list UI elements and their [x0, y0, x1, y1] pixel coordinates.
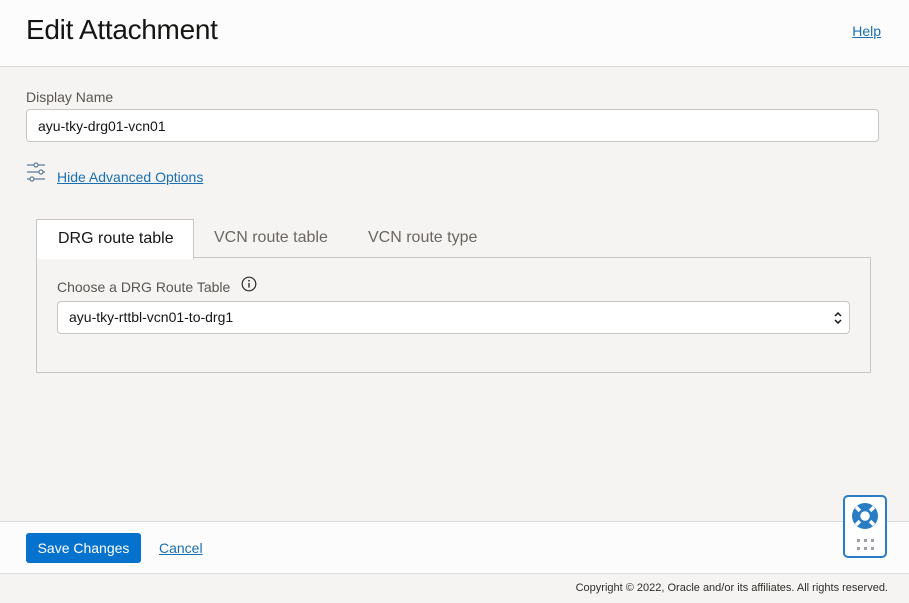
- footer-bar: Save Changes Cancel: [0, 521, 909, 574]
- tab-vcn-route-table[interactable]: VCN route table: [214, 219, 354, 258]
- cancel-link[interactable]: Cancel: [159, 540, 203, 556]
- display-name-label: Display Name: [26, 89, 114, 105]
- help-widget-button[interactable]: [843, 495, 887, 558]
- info-icon[interactable]: [241, 276, 257, 292]
- drg-route-table-selected-value: ayu-tky-rttbl-vcn01-to-drg1: [69, 309, 234, 325]
- drag-handle-icon[interactable]: [856, 538, 876, 552]
- sliders-icon[interactable]: [26, 162, 46, 182]
- drg-route-table-panel: Choose a DRG Route Table ayu-tky-rttbl-v…: [36, 257, 871, 373]
- header: Edit Attachment Help: [0, 0, 909, 67]
- tab-vcn-route-type[interactable]: VCN route type: [368, 219, 508, 258]
- drg-route-table-label: Choose a DRG Route Table: [57, 279, 231, 295]
- page-title: Edit Attachment: [26, 14, 218, 45]
- copyright-text: Copyright © 2022, Oracle and/or its affi…: [575, 582, 888, 594]
- display-name-input[interactable]: [26, 109, 879, 142]
- hide-advanced-options-link[interactable]: Hide Advanced Options: [57, 169, 203, 185]
- drg-route-table-select[interactable]: ayu-tky-rttbl-vcn01-to-drg1: [57, 301, 850, 334]
- tab-drg-route-table[interactable]: DRG route table: [36, 219, 194, 259]
- chevron-up-down-icon: [834, 311, 842, 325]
- lifebuoy-icon: [852, 503, 878, 529]
- help-link[interactable]: Help: [852, 23, 881, 39]
- save-changes-button[interactable]: Save Changes: [26, 533, 141, 563]
